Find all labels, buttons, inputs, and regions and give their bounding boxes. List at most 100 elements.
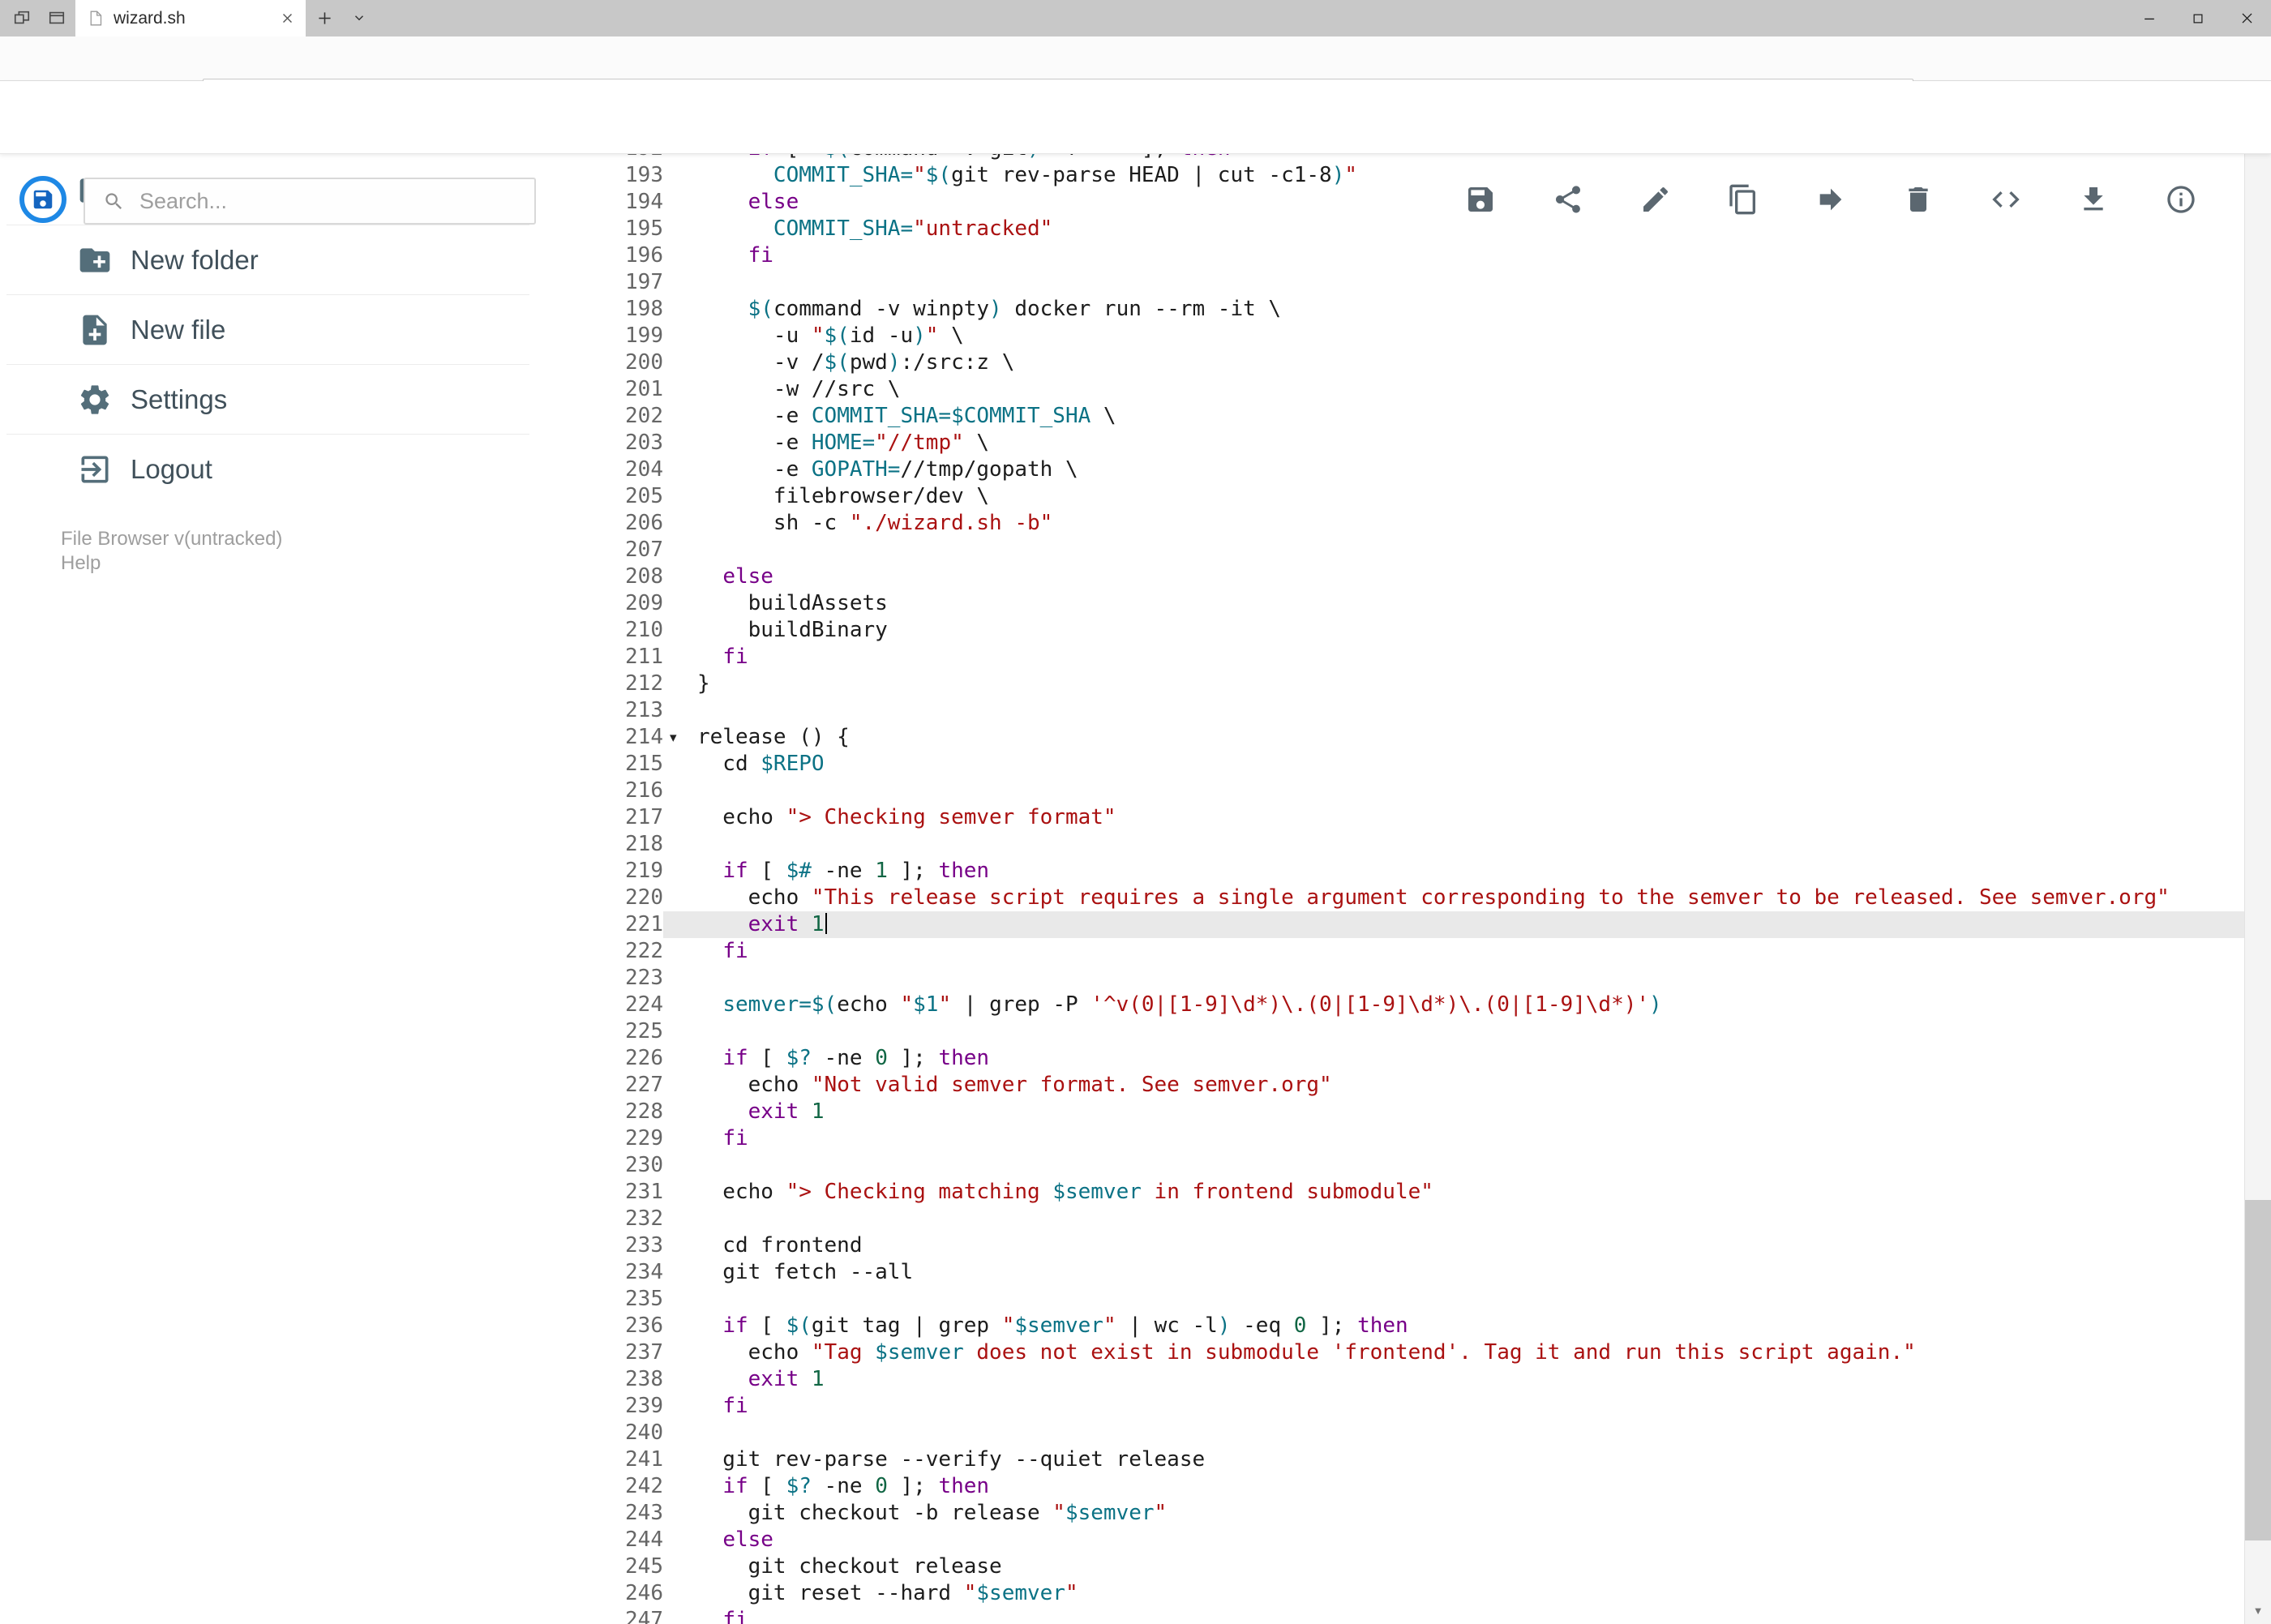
line-number: 208 [568,563,663,590]
code-text[interactable]: fi [697,242,2271,269]
code-text[interactable] [697,1286,2271,1313]
code-text[interactable]: if [ "$(command -v git)" != "" ]; then [697,154,2271,162]
rename-icon[interactable] [1639,183,1672,216]
line-number: 216 [568,778,663,804]
code-text[interactable]: exit 1 [697,1366,2271,1393]
code-text[interactable]: -e COMMIT_SHA=$COMMIT_SHA \ [697,403,2271,430]
search-box[interactable] [84,178,536,225]
sidebar-item-logout[interactable]: Logout [6,435,529,504]
code-text[interactable]: filebrowser/dev \ [697,483,2271,510]
code-text[interactable]: -u "$(id -u)" \ [697,323,2271,349]
tab-preview-chevron-icon[interactable] [352,11,366,25]
code-text[interactable] [697,1206,2271,1232]
search-input[interactable] [139,188,496,214]
info-icon[interactable] [2165,183,2197,216]
code-text[interactable]: cd frontend [697,1232,2271,1259]
code-text[interactable]: exit 1 [697,911,2271,938]
code-text[interactable]: git fetch --all [697,1259,2271,1286]
code-text[interactable] [697,831,2271,858]
copy-icon[interactable] [1727,183,1759,216]
fold-gutter [663,1420,697,1446]
scrollbar-thumb[interactable] [2245,1200,2271,1540]
code-text[interactable] [697,778,2271,804]
code-line-232: 232 [568,1206,2271,1232]
code-text[interactable]: exit 1 [697,1099,2271,1125]
code-text[interactable] [697,537,2271,563]
code-text[interactable]: buildAssets [697,590,2271,617]
new-folder-icon [79,247,110,272]
help-link[interactable]: Help [61,551,282,576]
code-text[interactable]: if [ $? -ne 0 ]; then [697,1045,2271,1072]
code-text[interactable]: git reset --hard "$semver" [697,1580,2271,1607]
fold-gutter [663,778,697,804]
share-icon[interactable] [1552,183,1584,216]
sidebar-item-new-file[interactable]: New file [6,295,529,365]
code-text[interactable]: fi [697,1125,2271,1152]
code-line-196: 196 fi [568,242,2271,269]
code-text[interactable]: echo "This release script requires a sin… [697,885,2271,911]
code-text[interactable] [697,1420,2271,1446]
code-editor[interactable]: 192 if [ "$(command -v git)" != "" ]; th… [568,154,2271,1624]
code-text[interactable]: git checkout release [697,1553,2271,1580]
code-text[interactable]: if [ $(git tag | grep "$semver" | wc -l)… [697,1313,2271,1339]
code-text[interactable]: $(command -v winpty) docker run --rm -it… [697,296,2271,323]
code-text[interactable] [697,1018,2271,1045]
line-number: 239 [568,1393,663,1420]
code-text[interactable] [697,1152,2271,1179]
code-text[interactable]: if [ $? -ne 0 ]; then [697,1473,2271,1500]
tab-close-icon[interactable] [281,11,294,25]
code-line-214: 214 ▾ release () { [568,724,2271,751]
code-text[interactable]: fi [697,1393,2271,1420]
code-text[interactable]: fi [697,1607,2271,1624]
code-text[interactable]: -e HOME="//tmp" \ [697,430,2271,456]
code-text[interactable]: echo "Not valid semver format. See semve… [697,1072,2271,1099]
code-text[interactable]: -e GOPATH=//tmp/gopath \ [697,456,2271,483]
scroll-down-arrow-icon[interactable]: ▼ [2245,1597,2271,1624]
fold-gutter [663,697,697,724]
code-text[interactable]: fi [697,644,2271,671]
download-icon[interactable] [2077,183,2110,216]
tab-wizard-sh[interactable]: wizard.sh [75,0,306,36]
code-text[interactable]: else [697,1527,2271,1553]
code-text[interactable]: fi [697,938,2271,965]
move-icon[interactable] [1815,183,1847,216]
code-text[interactable]: -w //src \ [697,376,2271,403]
tab-preview-icon[interactable] [48,9,66,27]
code-text[interactable]: echo "> Checking semver format" [697,804,2271,831]
sidebar-item-settings[interactable]: Settings [6,365,529,435]
page-scrollbar[interactable]: ▲ ▼ [2244,81,2271,1624]
fold-gutter [663,885,697,911]
code-text[interactable]: -v /$(pwd):/src:z \ [697,349,2271,376]
code-text[interactable]: cd $REPO [697,751,2271,778]
line-number: 236 [568,1313,663,1339]
minimize-button[interactable] [2125,0,2174,36]
tabs-set-aside-icon[interactable] [13,9,31,27]
code-text[interactable]: } [697,671,2271,697]
code-text[interactable]: COMMIT_SHA="untracked" [697,216,2271,242]
code-text[interactable] [697,269,2271,296]
code-text[interactable]: git rev-parse --verify --quiet release [697,1446,2271,1473]
delete-icon[interactable] [1902,183,1935,216]
sidebar-item-new-folder[interactable]: New folder [6,225,529,295]
code-text[interactable]: release () { [697,724,2271,751]
code-text[interactable] [697,965,2271,992]
code-text[interactable]: git checkout -b release "$semver" [697,1500,2271,1527]
line-number: 195 [568,216,663,242]
new-tab-button[interactable] [317,11,332,26]
code-text[interactable]: sh -c "./wizard.sh -b" [697,510,2271,537]
code-text[interactable]: echo "Tag $semver does not exist in subm… [697,1339,2271,1366]
code-text[interactable]: else [697,563,2271,590]
code-line-246: 246 git reset --hard "$semver" [568,1580,2271,1607]
code-text[interactable]: semver=$(echo "$1" | grep -P '^v(0|[1-9]… [697,992,2271,1018]
code-text[interactable]: echo "> Checking matching $semver in fro… [697,1179,2271,1206]
maximize-button[interactable] [2174,0,2222,36]
code-text[interactable] [697,697,2271,724]
close-button[interactable] [2222,0,2271,36]
line-number: 219 [568,858,663,885]
code-text[interactable]: if [ $# -ne 1 ]; then [697,858,2271,885]
fold-marker-icon[interactable]: ▾ [663,724,697,751]
code-text[interactable]: buildBinary [697,617,2271,644]
code-view-icon[interactable] [1990,183,2022,216]
save-icon[interactable] [1464,183,1497,216]
app-body: My files New folder New file Settings Lo… [0,154,2271,1624]
